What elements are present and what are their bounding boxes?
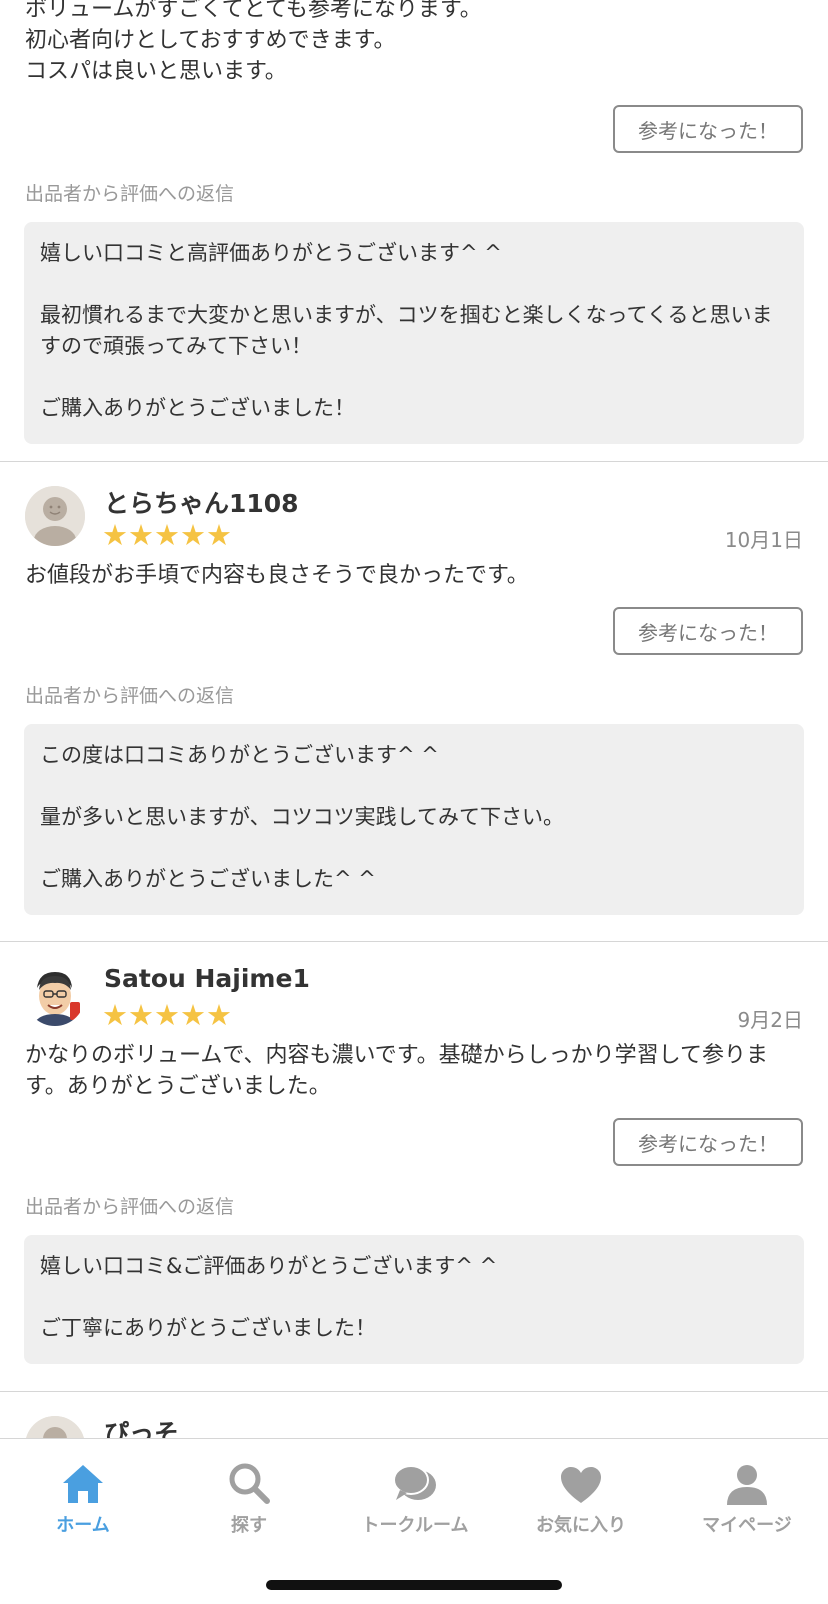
reply-line: ご購入ありがとうございました^ ^ [40, 867, 376, 891]
rating-stars-glyphs: ★★★★★ [102, 518, 232, 552]
tab-mypage[interactable]: マイページ [664, 1457, 828, 1537]
heart-icon [561, 1467, 601, 1503]
seller-reply: 嬉しい口コミと高評価ありがとうございます^ ^ 最初慣れるまで大変かと思いますが… [24, 222, 804, 444]
helpful-button[interactable]: 参考になった！ [613, 105, 803, 153]
reply-label: 出品者から評価への返信 [25, 183, 235, 205]
review-date: 9月2日 [737, 1008, 803, 1032]
tab-label: ホーム [56, 1515, 110, 1536]
rating-stars: ★★★★★ [102, 1000, 232, 1030]
seller-reply: この度は口コミありがとうございます^ ^ 量が多いと思いますが、コツコツ実践して… [24, 724, 804, 915]
review-text: お値段がお手頃で内容も良さそうで良かったです。 [25, 563, 529, 588]
review-card: とらちゃん1108 ★★★★★ 10月1日 お値段がお手頃で内容も良さそうで良か… [0, 462, 828, 915]
tab-home[interactable]: ホーム [0, 1457, 166, 1537]
reply-line: この度は口コミありがとうございます^ ^ [40, 743, 439, 767]
reply-label: 出品者から評価への返信 [25, 1196, 235, 1218]
default-avatar-icon [25, 486, 85, 546]
reply-line [40, 362, 788, 393]
reviews-scroll-area[interactable]: ボリュームがすごくてとても参考になります。 初心者向けとしておすすめできます。 … [0, 0, 828, 1440]
tab-label: マイページ [702, 1515, 792, 1536]
person-icon [727, 1465, 767, 1505]
tab-search[interactable]: 探す [166, 1457, 332, 1537]
username[interactable]: とらちゃん1108 [104, 484, 299, 520]
screen: ボリュームがすごくてとても参考になります。 初心者向けとしておすすめできます。 … [0, 0, 828, 1604]
helpful-button[interactable]: 参考になった！ [613, 607, 803, 655]
tab-favorites[interactable]: お気に入り [498, 1457, 664, 1537]
review-card-partial: ぴっそ [0, 1392, 828, 1440]
reply-line [40, 269, 788, 300]
review-text: かなりのボリュームで、内容も濃いです。基礎からしっかり学習して参ります。ありがと… [25, 1043, 768, 1099]
reply-line: 嬉しい口コミと高評価ありがとうございます^ ^ [40, 241, 502, 265]
search-icon [229, 1463, 270, 1504]
home-indicator [266, 1580, 562, 1590]
rating-stars: ★★★★★ [102, 520, 232, 550]
reply-label: 出品者から評価への返信 [25, 685, 235, 707]
reply-line: 嬉しい口コミ&ご評価ありがとうございます^ ^ [40, 1254, 498, 1278]
user-photo-avatar-icon [25, 966, 85, 1026]
tab-talkroom[interactable]: トークルーム [332, 1457, 498, 1537]
helpful-button[interactable]: 参考になった！ [613, 1118, 803, 1166]
rating-stars-glyphs: ★★★★★ [102, 998, 232, 1032]
reply-line [40, 771, 788, 802]
avatar[interactable] [25, 1416, 85, 1440]
tab-label: 探す [231, 1515, 267, 1536]
tab-label: トークルーム [361, 1515, 469, 1536]
reply-line: ご丁寧にありがとうございました！ [40, 1316, 376, 1340]
review-text: ボリュームがすごくてとても参考になります。 初心者向けとしておすすめできます。 … [25, 0, 482, 84]
review-top: ボリュームがすごくてとても参考になります。 初心者向けとしておすすめできます。 … [0, 0, 828, 444]
reply-line [40, 1282, 788, 1313]
seller-reply: 嬉しい口コミ&ご評価ありがとうございます^ ^ ご丁寧にありがとうございました！ [24, 1235, 804, 1364]
home-icon [63, 1465, 103, 1503]
username[interactable]: Satou Hajime1 [104, 964, 310, 993]
reply-line: 量が多いと思いますが、コツコツ実践してみて下さい。 [40, 805, 564, 829]
reply-line: ご購入ありがとうございました！ [40, 396, 355, 420]
reply-line [40, 833, 788, 864]
avatar[interactable] [25, 966, 85, 1026]
username[interactable]: ぴっそ [104, 1414, 179, 1440]
avatar[interactable] [25, 486, 85, 546]
review-date: 10月1日 [724, 528, 803, 552]
review-card: Satou Hajime1 ★★★★★ 9月2日 かなりのボリュームで、内容も濃… [0, 942, 828, 1364]
reply-line: 最初慣れるまで大変かと思いますが、コツを掴むと楽しくなってくると思いますので頑張… [40, 303, 773, 358]
default-avatar-icon [25, 1416, 85, 1440]
tab-label: お気に入り [536, 1515, 626, 1536]
chat-icon [393, 1465, 436, 1500]
